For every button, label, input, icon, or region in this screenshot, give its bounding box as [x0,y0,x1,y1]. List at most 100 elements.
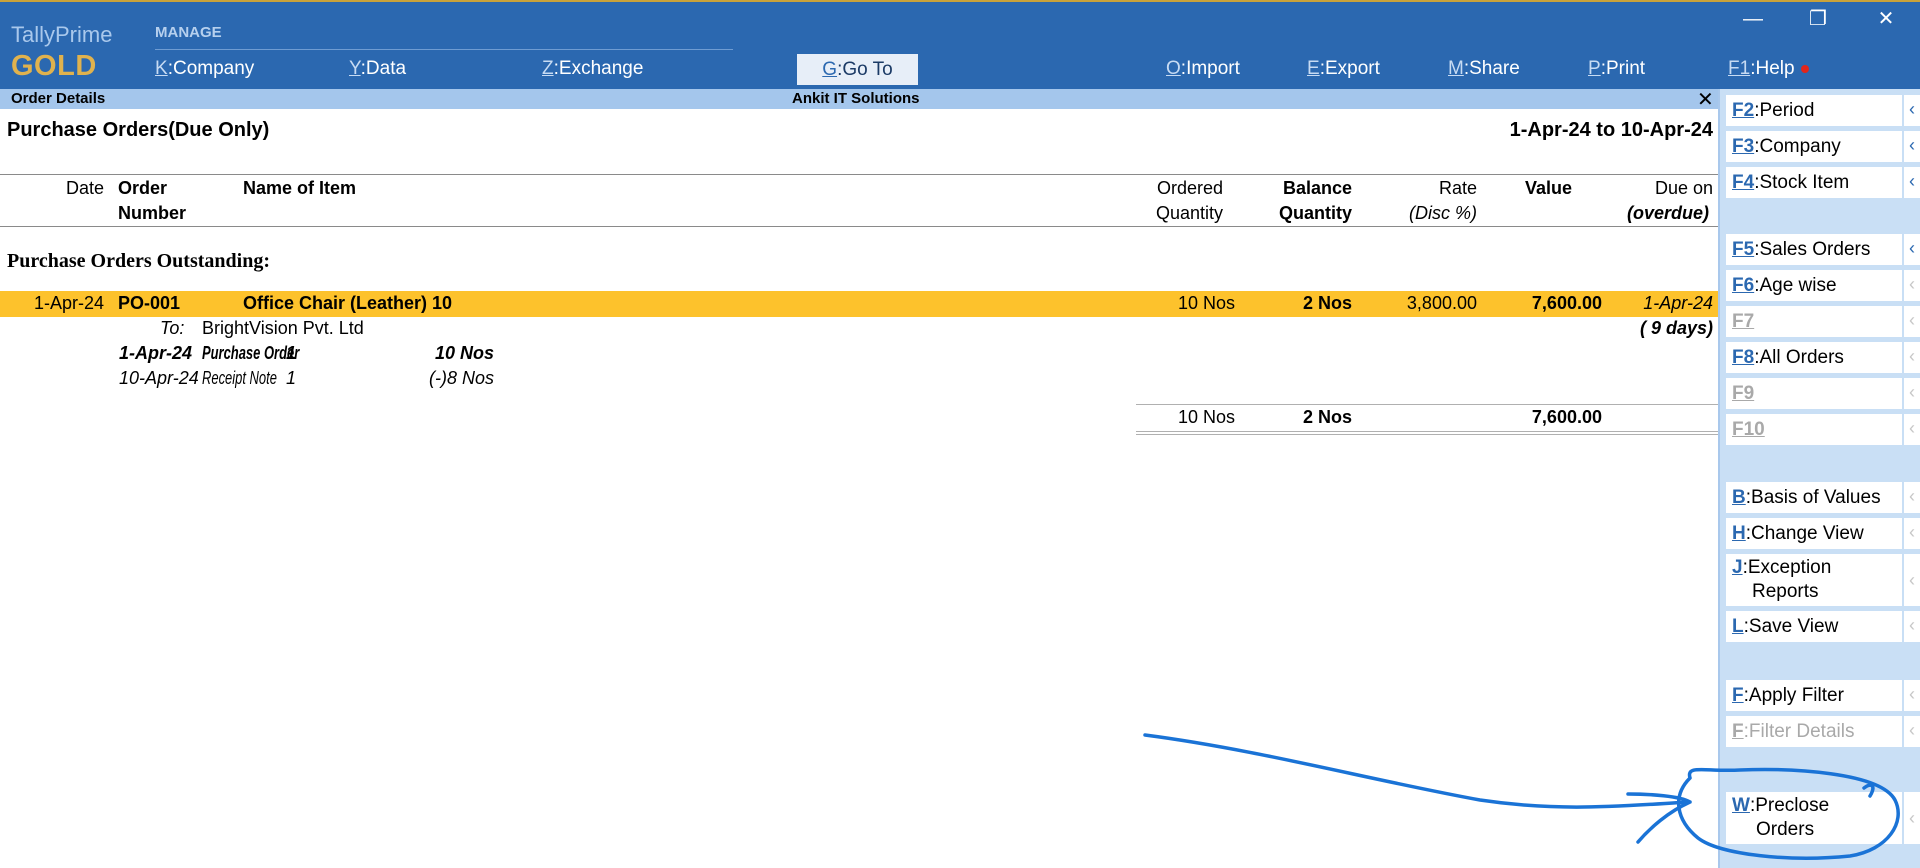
preclose-orders-label: Preclose [1755,795,1830,816]
menu-data[interactable]: Y:Data [349,58,406,80]
detail-date: 10-Apr-24 [119,368,199,388]
chevron-left-icon[interactable]: ‹ [1904,167,1920,198]
party-name: BrightVision Pvt. Ltd [202,318,364,338]
chevron-left-icon[interactable]: ‹ [1904,342,1920,373]
col-due-on-2: (overdue) [1626,203,1709,223]
all-orders-key: F8 [1732,347,1755,368]
menu-goto[interactable]: G:Go To [797,54,918,85]
f10-button: F10 [1726,414,1902,445]
apply-filter-button[interactable]: F:Apply Filter [1726,680,1902,711]
chevron-left-icon[interactable]: ‹ [1904,234,1920,265]
button-bar: F2:Period ‹ F3:Company ‹ F4:Stock Item ‹… [1718,89,1920,868]
chevron-left-icon[interactable]: ‹ [1904,518,1920,549]
basis-of-values-label: Basis of Values [1751,487,1881,508]
col-ordered-qty-2: Quantity [1155,203,1223,223]
detail-voucher-no: 1 [286,343,297,363]
filter-details-key: F [1732,721,1744,742]
chevron-left-icon[interactable]: ‹ [1904,792,1920,844]
sales-orders-label: Sales Orders [1759,239,1871,260]
totals-bottom-rule-double [1136,434,1718,435]
menu-share-key: M [1448,58,1464,79]
col-order-number-1: Order [118,178,168,198]
detail-voucher-type-text: Purchase Order [202,343,300,363]
menu-export[interactable]: E:Export [1307,58,1380,80]
basis-of-values-key: B [1732,487,1746,508]
menu-share-label: Share [1469,58,1520,79]
chevron-left-icon[interactable]: ‹ [1904,680,1920,711]
restore-icon[interactable]: ❐ [1805,6,1831,32]
stock-item-key: F4 [1732,172,1755,193]
menu-help-label: Help [1755,58,1795,79]
period-label: Period [1759,100,1815,121]
app-edition: GOLD [11,50,97,82]
totals-bottom-rule [1136,431,1718,432]
exception-reports-button[interactable]: J:Exception Reports [1726,554,1902,606]
total-balance-qty: 2 Nos [1302,407,1352,427]
menu-share[interactable]: M:Share [1448,58,1520,80]
row-due-on: 1-Apr-24 [1643,293,1713,313]
chevron-left-icon[interactable]: ‹ [1904,95,1920,126]
close-window-icon[interactable]: ✕ [1873,6,1899,32]
change-view-key: H [1732,523,1746,544]
top-menu-bar: TallyPrime GOLD MANAGE K:Company Y:Data … [0,0,1920,89]
age-wise-button[interactable]: F6:Age wise [1726,270,1902,301]
f7-button: F7 [1726,306,1902,337]
header-bottom-rule [0,226,1718,227]
row-item: Office Chair (Leather) 10 [243,293,453,313]
report-period[interactable]: 1-Apr-24 to 10-Apr-24 [1510,119,1713,142]
chevron-left-icon[interactable]: ‹ [1904,131,1920,162]
menu-print[interactable]: P:Print [1588,58,1645,80]
menu-company-key: K [155,58,168,79]
apply-filter-key: F [1732,685,1744,706]
sales-orders-button[interactable]: F5:Sales Orders [1726,234,1902,265]
detail-date: 1-Apr-24 [119,343,193,363]
col-order-number-2: Number [118,203,187,223]
stock-item-button[interactable]: F4:Stock Item [1726,167,1902,198]
chevron-left-icon[interactable]: ‹ [1904,270,1920,301]
col-balance-qty-2: Quantity [1278,203,1352,223]
f10-key: F10 [1732,419,1765,440]
sales-orders-key: F5 [1732,239,1755,260]
f9-button: F9 [1726,378,1902,409]
exception-reports-label-2: Reports [1752,581,1819,602]
all-orders-button[interactable]: F8:All Orders [1726,342,1902,373]
change-view-button[interactable]: H:Change View [1726,518,1902,549]
col-date: Date [65,178,104,198]
detail-voucher-type-text: Receipt Note [202,368,277,388]
menu-help[interactable]: F1:Help [1728,58,1809,80]
minimize-icon[interactable]: — [1740,6,1766,32]
menu-exchange[interactable]: Z:Exchange [542,58,643,80]
chevron-left-icon[interactable]: ‹ [1904,611,1920,642]
save-view-button[interactable]: L:Save View [1726,611,1902,642]
save-view-label: Save View [1748,616,1839,637]
col-ordered-qty-1: Ordered [1156,178,1223,198]
menu-goto-key: G [822,59,838,80]
help-notification-dot [1800,64,1809,73]
menu-company[interactable]: K:Company [155,58,254,80]
col-due-on-1: Due on [1654,178,1713,198]
exception-reports-key: J [1732,557,1743,578]
app-name: TallyPrime [11,22,113,47]
chevron-left-icon[interactable]: ‹ [1904,482,1920,513]
basis-of-values-button[interactable]: B:Basis of Values [1726,482,1902,513]
chevron-left-icon[interactable]: ‹ [1904,554,1920,606]
filter-details-label: Filter Details [1748,721,1855,742]
col-value: Value [1524,178,1572,198]
stock-item-label: Stock Item [1759,172,1850,193]
age-wise-label: Age wise [1759,275,1837,296]
chevron-left-icon: ‹ [1904,716,1920,747]
row-balance-qty: 2 Nos [1302,293,1352,313]
col-rate-2: (Disc %) [1409,203,1477,223]
company-button[interactable]: F3:Company [1726,131,1902,162]
preclose-orders-button[interactable]: W:Preclose Orders [1726,792,1902,844]
exception-reports-label: Exception [1747,557,1832,578]
table-row[interactable]: 1-Apr-24 PO-001 Office Chair (Leather) 1… [0,291,1718,317]
period-button[interactable]: F2:Period [1726,95,1902,126]
age-wise-key: F6 [1732,275,1755,296]
row-date: 1-Apr-24 [33,293,104,313]
report-title: Purchase Orders(Due Only) [7,119,270,141]
row-order-number: PO-001 [118,293,181,313]
menu-export-key: E [1307,58,1320,79]
row-ordered-qty: 10 Nos [1177,293,1235,313]
menu-import[interactable]: O:Import [1166,58,1240,80]
